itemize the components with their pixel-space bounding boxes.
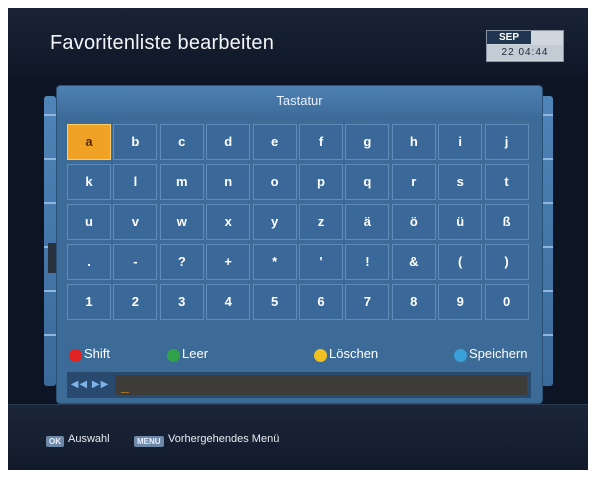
key-4-6[interactable]: 7 — [345, 284, 390, 320]
legend-shift-label: Shift — [84, 346, 111, 361]
date-month: SEP — [487, 31, 531, 44]
key-4-3[interactable]: 4 — [206, 284, 251, 320]
key-1-8[interactable]: s — [438, 164, 483, 200]
key-2-1[interactable]: v — [113, 204, 158, 240]
footer-bar: OK Auswahl MENU Vorhergehendes Menü — [8, 404, 588, 470]
key-2-6[interactable]: ä — [345, 204, 390, 240]
tv-screen: Favoritenliste bearbeiten SEP 22 04:44 T… — [8, 8, 588, 470]
key-1-6[interactable]: q — [345, 164, 390, 200]
key-0-5[interactable]: f — [299, 124, 343, 160]
date-time-box: SEP 22 04:44 — [486, 30, 564, 62]
header-bar: Favoritenliste bearbeiten SEP 22 04:44 — [8, 8, 588, 80]
key-4-2[interactable]: 3 — [159, 284, 204, 320]
keyboard-title: Tastatur — [57, 86, 542, 116]
key-2-0[interactable]: u — [67, 204, 111, 240]
key-3-5[interactable]: ' — [299, 244, 343, 280]
yellow-button-icon — [314, 349, 327, 362]
ok-action-label: Auswahl — [68, 433, 110, 445]
key-1-4[interactable]: o — [252, 164, 297, 200]
key-3-7[interactable]: & — [391, 244, 436, 280]
keyboard-panel: Tastatur abcdefghij klmnopqrst uvwxyzäöüß.… — [56, 85, 543, 404]
key-4-5[interactable]: 6 — [299, 284, 343, 320]
key-2-9[interactable]: ß — [484, 204, 529, 240]
key-0-7[interactable]: h — [391, 124, 436, 160]
key-3-2[interactable]: ? — [159, 244, 204, 280]
key-2-8[interactable]: ü — [438, 204, 483, 240]
menu-action-label: Vorhergehendes Menü — [168, 433, 280, 445]
legend-space-label: Leer — [182, 346, 209, 361]
red-button-icon — [69, 349, 82, 362]
legend-save-label: Speichern — [469, 346, 528, 361]
key-0-1[interactable]: b — [113, 124, 158, 160]
key-0-3[interactable]: d — [206, 124, 251, 160]
key-2-3[interactable]: x — [206, 204, 251, 240]
skip-arrows-icon[interactable]: ◀◀ ▶▶ — [67, 372, 113, 398]
key-2-2[interactable]: w — [159, 204, 204, 240]
key-3-9[interactable]: ) — [484, 244, 529, 280]
key-1-1[interactable]: l — [113, 164, 158, 200]
key-2-7[interactable]: ö — [391, 204, 436, 240]
date-day-time: 22 04:44 — [487, 45, 563, 60]
text-input-bar: ◀◀ ▶▶ _ — [67, 372, 531, 398]
key-0-6[interactable]: g — [345, 124, 390, 160]
key-4-4[interactable]: 5 — [252, 284, 297, 320]
key-3-4[interactable]: * — [252, 244, 297, 280]
key-0-9[interactable]: j — [484, 124, 529, 160]
key-3-8[interactable]: ( — [438, 244, 483, 280]
page-title: Favoritenliste bearbeiten — [50, 32, 275, 54]
green-button-icon — [167, 349, 180, 362]
key-0-0[interactable]: a — [67, 124, 111, 160]
ok-button-icon: OK — [46, 436, 64, 447]
key-2-5[interactable]: z — [299, 204, 343, 240]
text-cursor: _ — [121, 378, 129, 394]
key-3-3[interactable]: + — [206, 244, 251, 280]
left-decoration-stripe — [44, 96, 56, 386]
clock-time: 04:44 — [518, 47, 549, 58]
color-button-legend: Shift Leer Löschen Speichern — [57, 344, 542, 366]
side-notch — [48, 243, 56, 273]
key-3-0[interactable]: . — [67, 244, 111, 280]
key-2-4[interactable]: y — [252, 204, 297, 240]
legend-delete-label: Löschen — [329, 346, 379, 361]
key-1-0[interactable]: k — [67, 164, 111, 200]
key-4-0[interactable]: 1 — [67, 284, 111, 320]
key-4-9[interactable]: 0 — [484, 284, 529, 320]
text-input-field[interactable]: _ — [115, 375, 527, 395]
date-day: 22 — [501, 47, 515, 58]
key-1-9[interactable]: t — [484, 164, 529, 200]
key-4-8[interactable]: 9 — [438, 284, 483, 320]
key-1-2[interactable]: m — [159, 164, 204, 200]
key-4-7[interactable]: 8 — [391, 284, 436, 320]
key-1-5[interactable]: p — [299, 164, 343, 200]
key-3-1[interactable]: - — [113, 244, 158, 280]
blue-button-icon — [454, 349, 467, 362]
key-4-1[interactable]: 2 — [113, 284, 158, 320]
key-0-8[interactable]: i — [438, 124, 483, 160]
key-0-4[interactable]: e — [252, 124, 297, 160]
key-1-7[interactable]: r — [391, 164, 436, 200]
keyboard-grid: a b c d e f g h i j k l m n o p q r s t u v w x y z ä ö ü ß. -? + * '! &()… — [67, 124, 531, 324]
menu-button-icon: MENU — [134, 436, 164, 447]
key-0-2[interactable]: c — [159, 124, 204, 160]
key-3-6[interactable]: ! — [345, 244, 390, 280]
key-1-3[interactable]: n — [206, 164, 251, 200]
